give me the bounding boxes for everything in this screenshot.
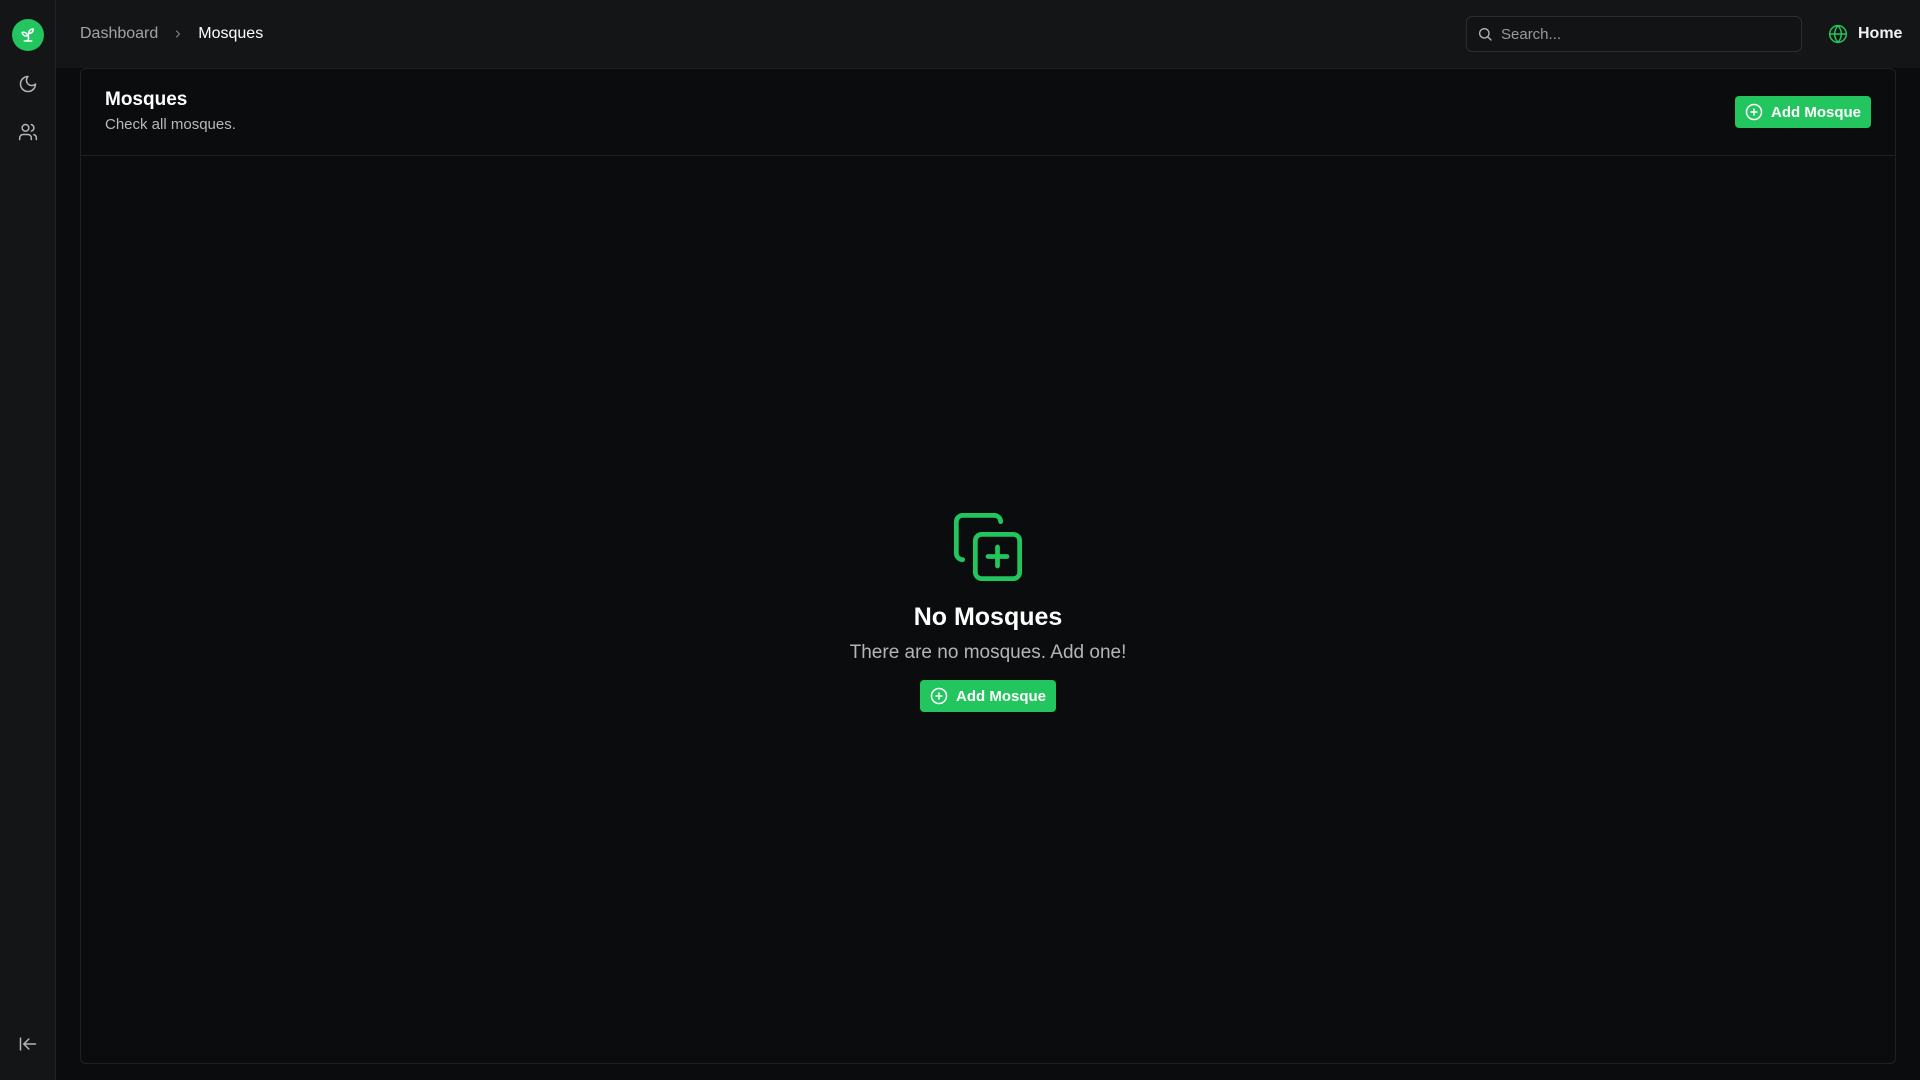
search-input[interactable] — [1501, 25, 1791, 43]
home-link-label: Home — [1858, 25, 1903, 42]
card-header: Mosques Check all mosques. Add Mosque — [81, 69, 1895, 156]
globe-icon — [1828, 24, 1848, 44]
copy-plus-icon — [953, 512, 1023, 582]
page-subtitle: Check all mosques. — [105, 116, 236, 133]
users-icon — [18, 123, 38, 141]
add-mosque-button-label: Add Mosque — [1771, 103, 1861, 121]
sprout-logo-icon — [21, 28, 34, 42]
breadcrumb-dashboard-link[interactable]: Dashboard — [80, 25, 158, 43]
sidebar-item-users[interactable] — [14, 118, 42, 146]
moon-icon — [19, 75, 37, 93]
breadcrumb: Dashboard Mosques — [80, 24, 263, 44]
search-box[interactable] — [1466, 16, 1802, 52]
add-mosque-empty-button-label: Add Mosque — [956, 687, 1046, 705]
sidebar — [0, 0, 56, 1080]
page-title: Mosques — [105, 89, 188, 110]
search-icon — [1479, 28, 1492, 41]
chevron-right-icon — [172, 28, 184, 40]
empty-state-title: No Mosques — [913, 603, 1063, 631]
add-mosque-button[interactable]: Add Mosque — [1735, 96, 1871, 128]
theme-toggle-button[interactable] — [14, 70, 42, 98]
plus-circle-icon — [930, 687, 948, 705]
collapse-sidebar-icon — [19, 1037, 37, 1051]
empty-state: No Mosques There are no mosques. Add one… — [81, 509, 1895, 712]
empty-state-description: There are no mosques. Add one! — [849, 642, 1127, 663]
mosques-card: Mosques Check all mosques. Add Mosque No… — [80, 68, 1896, 1064]
plus-circle-icon — [1745, 103, 1763, 121]
collapse-sidebar-button[interactable] — [14, 1030, 42, 1058]
top-header: Dashboard Mosques Home — [56, 0, 1920, 68]
breadcrumb-current: Mosques — [198, 25, 264, 42]
app-logo[interactable] — [12, 19, 44, 51]
add-mosque-empty-button[interactable]: Add Mosque — [920, 680, 1056, 712]
home-link[interactable]: Home — [1828, 22, 1902, 46]
